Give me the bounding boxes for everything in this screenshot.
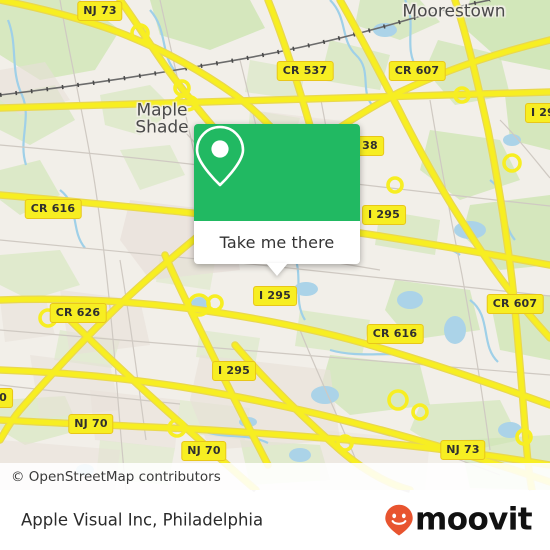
road-shield-cr-616-mid[interactable]: CR 616 — [366, 324, 424, 344]
road-shield-cr-537[interactable]: CR 537 — [276, 61, 334, 81]
road-shield-i-295-mid[interactable]: I 295 — [362, 205, 406, 225]
road-shield-nj-38[interactable]: 38 — [356, 136, 384, 156]
take-me-there-button-label: Take me there — [219, 233, 335, 252]
road-shield-cr-616-west[interactable]: CR 616 — [24, 199, 82, 219]
moovit-wordmark: moovit — [415, 501, 533, 538]
road-shield-i-295-south[interactable]: I 295 — [212, 361, 256, 381]
road-shield-nj-70-east[interactable]: NJ 70 — [181, 441, 227, 461]
road-shield-nj-73-north[interactable]: NJ 73 — [77, 1, 123, 21]
road-shield-cr-607-east[interactable]: CR 607 — [486, 294, 544, 314]
place-label-moorestown: Moorestown — [402, 1, 506, 22]
road-shield-nj-70-west[interactable]: NJ 70 — [68, 414, 114, 434]
location-title: Apple Visual Inc, Philadelphia — [21, 510, 264, 530]
moovit-map-screenshot: Moorestown Maple Shade NJ 73 CR 537 CR 6… — [0, 0, 550, 550]
callout-header — [194, 124, 360, 221]
callout-pointer-tail — [266, 263, 288, 276]
road-shield-i-295-east[interactable]: I 29 — [524, 103, 550, 123]
map-attribution-bar: © OpenStreetMap contributors — [0, 463, 550, 490]
attribution-text[interactable]: © OpenStreetMap contributors — [0, 469, 221, 485]
road-shield-i-295-center[interactable]: I 295 — [253, 286, 297, 306]
road-shield-nj-70-edge[interactable]: 0 — [0, 388, 13, 408]
footer-bar: Apple Visual Inc, Philadelphia moovit — [0, 490, 550, 550]
place-label-maple-shade: Maple Shade — [135, 100, 189, 138]
callout-footer[interactable]: Take me there — [194, 221, 360, 264]
road-shield-cr-626[interactable]: CR 626 — [49, 303, 107, 323]
map-pin-icon — [195, 125, 245, 187]
map-canvas[interactable]: Moorestown Maple Shade NJ 73 CR 537 CR 6… — [0, 0, 550, 490]
road-shield-nj-73-south[interactable]: NJ 73 — [440, 440, 486, 460]
take-me-there-callout[interactable]: Take me there — [194, 124, 360, 276]
moovit-logo[interactable]: moovit — [384, 501, 533, 538]
moovit-smiley-pin-icon — [385, 504, 413, 536]
road-shield-cr-607-north[interactable]: CR 607 — [388, 61, 446, 81]
